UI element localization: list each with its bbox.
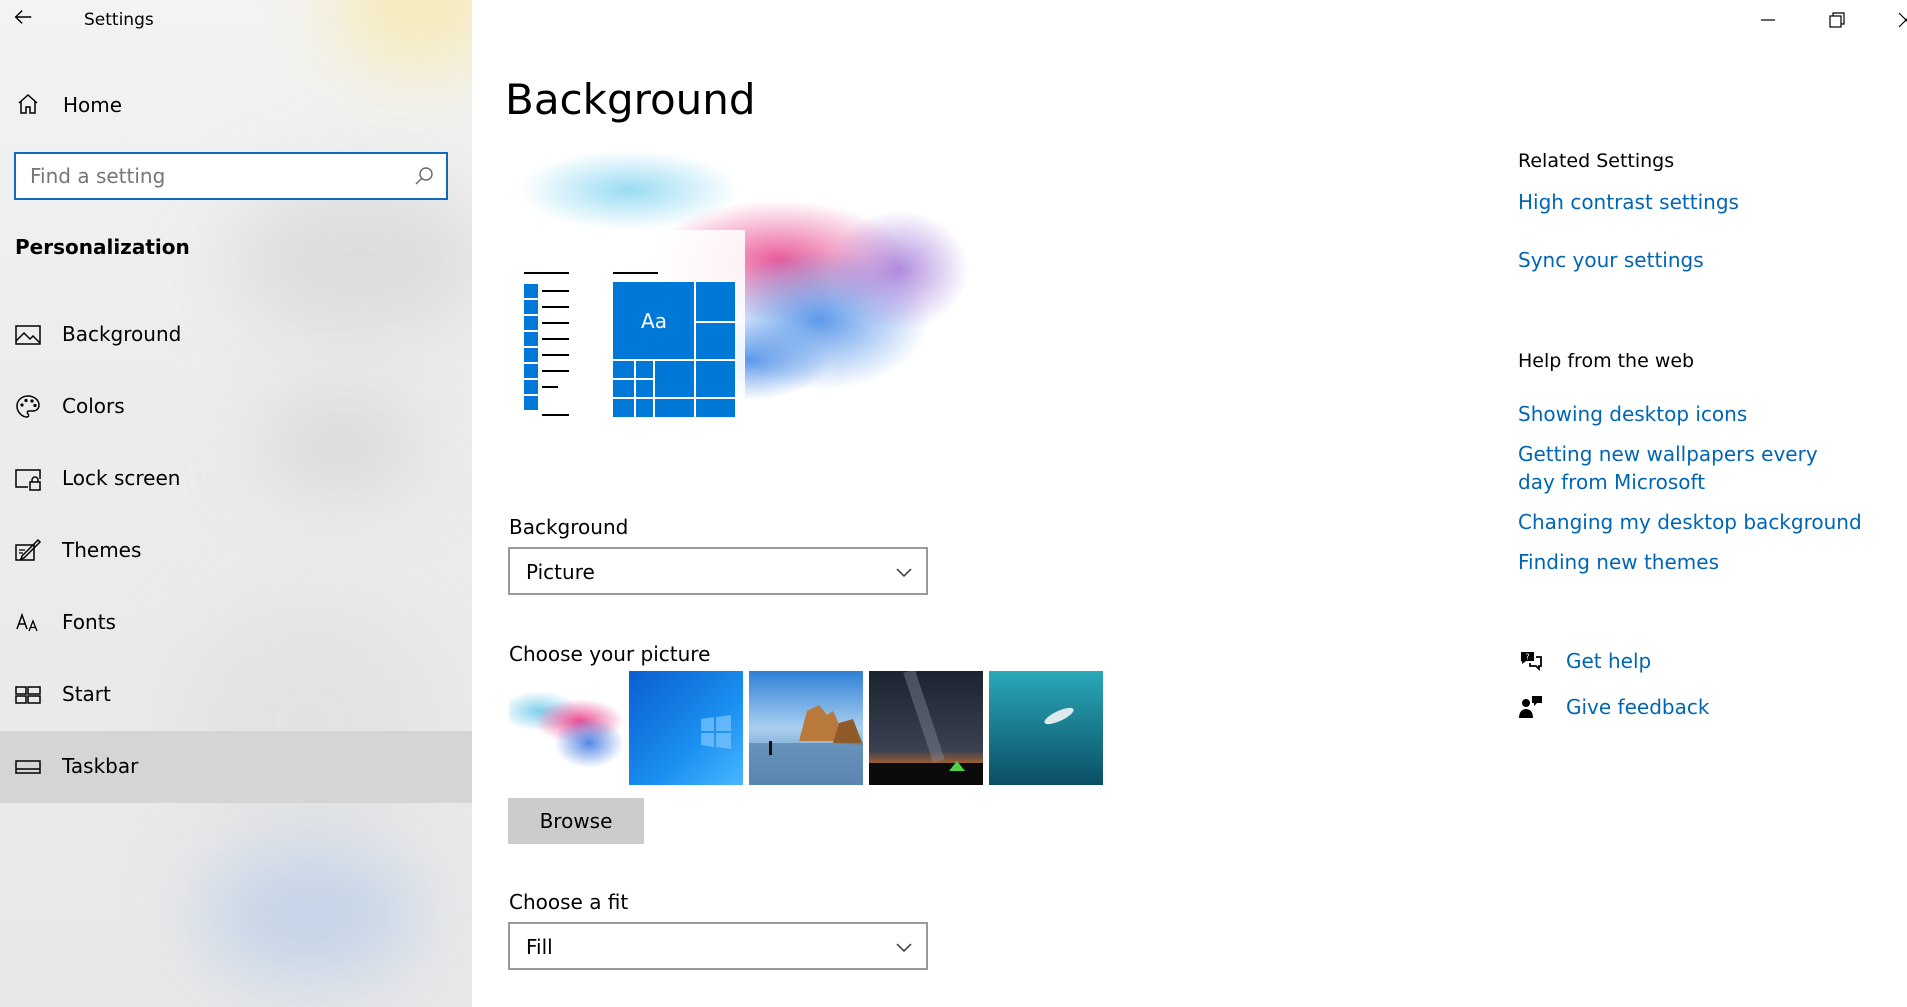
sidebar-item-label: Background [62, 322, 182, 346]
sidebar-item-label: Lock screen [62, 466, 181, 490]
preview-tile-text: Aa [641, 309, 667, 333]
desktop-preview: Aa [509, 150, 969, 420]
sidebar-item-taskbar[interactable]: Taskbar [0, 731, 472, 803]
background-label: Background [509, 515, 629, 539]
finding-themes-link[interactable]: Finding new themes [1518, 548, 1719, 576]
sidebar-item-label: Taskbar [62, 754, 139, 778]
high-contrast-link[interactable]: High contrast settings [1518, 188, 1739, 216]
fit-dropdown-value: Fill [526, 935, 553, 959]
picture-thumbnail[interactable] [509, 671, 623, 785]
picture-thumbnails [509, 671, 1109, 785]
palette-icon [16, 395, 40, 418]
thumbnail-image [869, 671, 983, 785]
picture-thumbnail[interactable] [989, 671, 1103, 785]
fonts-icon [16, 612, 38, 632]
close-button[interactable] [1876, 0, 1907, 40]
back-arrow-icon [14, 10, 32, 24]
get-help-row[interactable]: ? Get help [1518, 644, 1878, 680]
showing-desktop-icons-link[interactable]: Showing desktop icons [1518, 400, 1747, 428]
lock-screen-icon [15, 469, 41, 491]
taskbar-icon [15, 760, 41, 774]
sidebar-item-lock-screen[interactable]: Lock screen [0, 443, 472, 515]
feedback-icon [1519, 696, 1542, 718]
search-input[interactable] [16, 154, 396, 198]
sidebar-item-home[interactable]: Home [0, 84, 472, 128]
start-icon [15, 686, 41, 704]
sidebar-item-label: Start [62, 682, 111, 706]
thumbnail-image [989, 671, 1103, 785]
minimize-button[interactable] [1738, 0, 1798, 40]
browse-button[interactable]: Browse [508, 798, 644, 844]
sidebar-item-fonts[interactable]: Fonts [0, 587, 472, 659]
picture-thumbnail[interactable] [749, 671, 863, 785]
fit-dropdown[interactable]: Fill [508, 922, 928, 970]
sidebar-item-themes[interactable]: Themes [0, 515, 472, 587]
background-dropdown[interactable]: Picture [508, 547, 928, 595]
thumbnail-image [629, 671, 743, 785]
change-desktop-background-link[interactable]: Changing my desktop background [1518, 508, 1862, 536]
section-title: Personalization [15, 235, 190, 259]
svg-text:?: ? [1525, 653, 1529, 662]
search-box[interactable] [14, 152, 448, 200]
picture-thumbnail[interactable] [629, 671, 743, 785]
sync-settings-link[interactable]: Sync your settings [1518, 246, 1704, 274]
restore-icon [1829, 12, 1845, 28]
home-icon [18, 93, 38, 114]
give-feedback-row[interactable]: Give feedback [1518, 690, 1878, 726]
close-icon [1898, 12, 1907, 28]
sidebar-item-colors[interactable]: Colors [0, 371, 472, 443]
choose-picture-label: Choose your picture [509, 642, 711, 666]
thumbnail-image [509, 671, 623, 785]
themes-icon [15, 538, 42, 561]
sidebar-item-label: Fonts [62, 610, 116, 634]
app-title: Settings [84, 10, 154, 30]
get-help-link[interactable]: Get help [1566, 649, 1651, 673]
picture-icon [15, 325, 41, 345]
search-icon[interactable] [412, 164, 436, 188]
help-web-heading: Help from the web [1518, 350, 1695, 372]
back-button[interactable] [12, 6, 42, 34]
sidebar-item-background[interactable]: Background [0, 299, 472, 371]
chevron-down-icon [896, 568, 912, 578]
page-title: Background [505, 75, 756, 124]
related-settings-heading: Related Settings [1518, 150, 1675, 172]
preview-tiles [613, 272, 735, 417]
background-dropdown-value: Picture [526, 560, 595, 584]
sidebar-acrylic-blob [200, 850, 420, 980]
restore-button[interactable] [1807, 0, 1867, 40]
chevron-down-icon [896, 943, 912, 953]
main-content: Background Aa Background Picture Choose … [472, 0, 1907, 1007]
thumbnail-image [749, 671, 863, 785]
chat-help-icon: ? [1521, 652, 1542, 672]
fit-label: Choose a fit [509, 890, 629, 914]
give-feedback-link[interactable]: Give feedback [1566, 695, 1709, 719]
new-wallpapers-link[interactable]: Getting new wallpapers every day from Mi… [1518, 440, 1858, 496]
sidebar-item-label: Colors [62, 394, 125, 418]
sidebar-item-start[interactable]: Start [0, 659, 472, 731]
sidebar-item-label: Home [63, 93, 123, 117]
minimize-icon [1761, 19, 1775, 21]
sidebar-item-label: Themes [62, 538, 142, 562]
title-bar-left: Settings [0, 0, 472, 40]
picture-thumbnail[interactable] [869, 671, 983, 785]
sidebar: Settings Home Personalization Background… [0, 0, 472, 1007]
